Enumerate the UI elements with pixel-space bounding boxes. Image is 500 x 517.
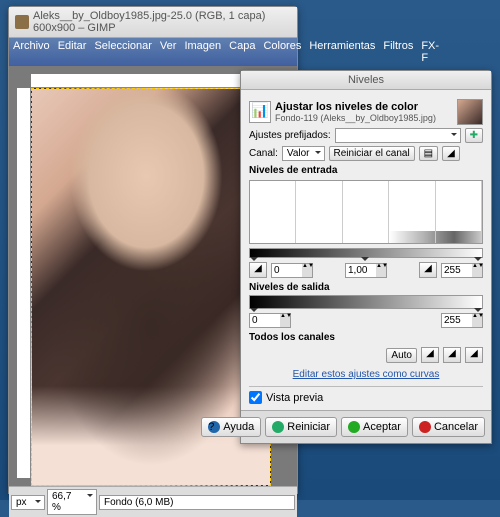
menu-ver[interactable]: Ver [160, 40, 177, 64]
histogram-linear-icon[interactable]: ▤ [419, 146, 438, 161]
levels-thumbnail [457, 99, 483, 125]
menu-capa[interactable]: Capa [229, 40, 255, 64]
levels-icon: 📊 [249, 101, 271, 123]
pick-white-icon[interactable]: ◢ [465, 347, 483, 363]
menu-colores[interactable]: Colores [263, 40, 301, 64]
pick-gray-icon[interactable]: ◢ [443, 347, 461, 363]
ok-button[interactable]: Aceptar [341, 417, 408, 437]
levels-sub: Fondo-119 (Aleks__by_Oldboy1985.jpg) [275, 113, 453, 123]
pick-black-icon[interactable]: ◢ [421, 347, 439, 363]
output-slider[interactable] [249, 295, 483, 309]
auto-button[interactable]: Auto [386, 348, 417, 363]
channel-label: Canal: [249, 148, 278, 159]
white-point-picker-icon[interactable]: ◢ [419, 262, 437, 278]
preset-add-icon[interactable]: ✚ [465, 128, 483, 143]
reset-channel-button[interactable]: Reiniciar el canal [329, 146, 415, 161]
help-button[interactable]: ?Ayuda [201, 417, 261, 437]
histogram-log-icon[interactable]: ◢ [442, 146, 460, 161]
levels-titlebar[interactable]: Niveles [241, 71, 491, 90]
all-channels-label: Todos los canales [249, 332, 483, 343]
app-icon [15, 15, 29, 29]
channel-select[interactable]: Valor [282, 146, 325, 161]
menu-imagen[interactable]: Imagen [184, 40, 221, 64]
presets-select[interactable] [335, 128, 461, 143]
menu-editar[interactable]: Editar [58, 40, 87, 64]
preview-checkbox[interactable]: Vista previa [249, 391, 483, 404]
reset-button[interactable]: Reiniciar [265, 417, 337, 437]
dialog-buttons: ?Ayuda Reiniciar Aceptar Cancelar [241, 410, 491, 443]
input-levels-label: Niveles de entrada [249, 165, 483, 176]
main-title: Aleks__by_Oldboy1985.jpg-25.0 (RGB, 1 ca… [33, 10, 291, 34]
menu-seleccionar[interactable]: Seleccionar [94, 40, 151, 64]
menu-fxf[interactable]: FX-F [421, 40, 439, 64]
levels-dialog: Niveles 📊 Ajustar los niveles de color F… [240, 70, 492, 444]
presets-label: Ajustes prefijados: [249, 130, 331, 141]
levels-heading: Ajustar los niveles de color [275, 101, 453, 113]
histogram[interactable] [249, 180, 483, 244]
menu-filtros[interactable]: Filtros [383, 40, 413, 64]
menu-archivo[interactable]: Archivo [13, 40, 50, 64]
edit-as-curves-link[interactable]: Editar estos ajustes como curvas [249, 369, 483, 380]
cancel-button[interactable]: Cancelar [412, 417, 485, 437]
layer-info: Fondo (6,0 MB) [99, 495, 295, 510]
units-select[interactable]: px [11, 495, 45, 510]
input-slider[interactable] [249, 248, 483, 258]
ruler-vertical[interactable] [17, 88, 31, 478]
menu-herramientas[interactable]: Herramientas [309, 40, 375, 64]
menubar: Archivo Editar Seleccionar Ver Imagen Ca… [9, 38, 297, 66]
statusbar: px 66,7 % Fondo (6,0 MB) [9, 486, 297, 517]
input-low-spinner[interactable]: ▲▼ [271, 263, 313, 278]
zoom-select[interactable]: 66,7 % [47, 489, 97, 515]
main-titlebar[interactable]: Aleks__by_Oldboy1985.jpg-25.0 (RGB, 1 ca… [9, 7, 297, 38]
levels-title: Niveles [247, 74, 485, 86]
output-levels-label: Niveles de salida [249, 282, 483, 293]
